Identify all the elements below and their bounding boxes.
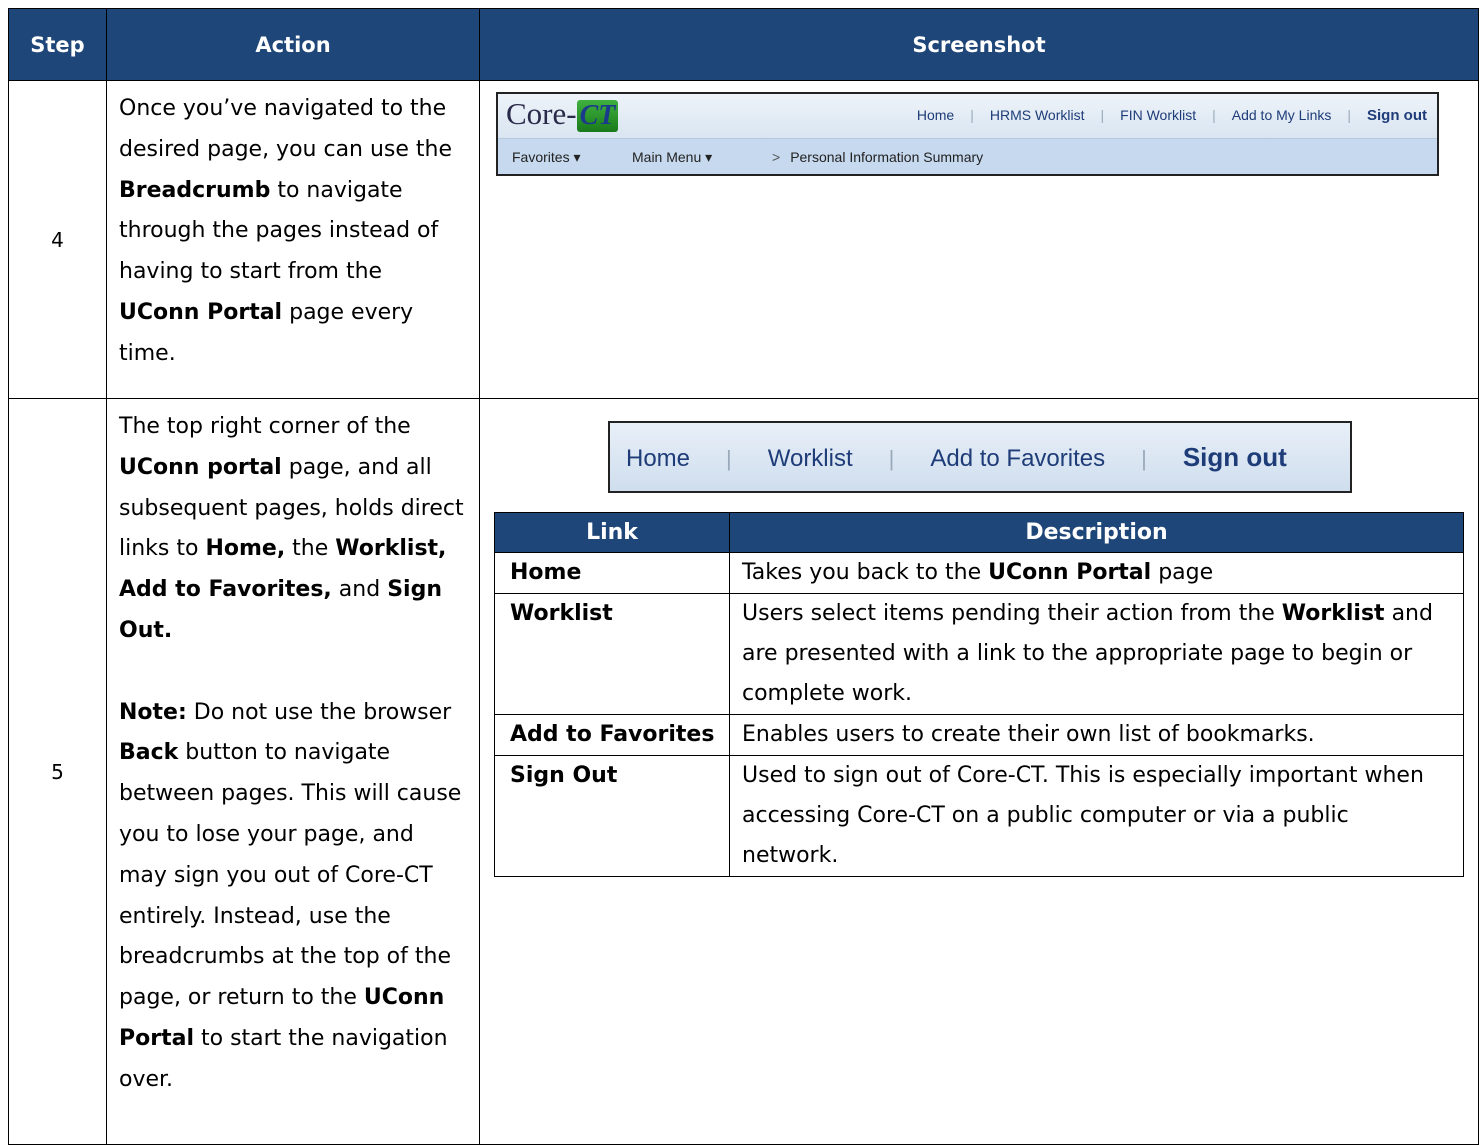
- corect-header-screenshot: Core- CT Home | HRMS Worklist | FIN Worklist |…: [496, 92, 1439, 176]
- header-screenshot: Screenshot: [479, 8, 1479, 81]
- corect-logo: Core- CT: [506, 96, 619, 132]
- chevron-right-icon: >: [772, 149, 781, 165]
- top-links-screenshot: Home | Worklist | Add to Favorites | Sign out: [608, 421, 1352, 493]
- link-add-to-my-links[interactable]: Add to My Links: [1216, 107, 1348, 123]
- link-name: Worklist: [494, 593, 730, 715]
- table-row: Add to Favorites Enables users to create…: [494, 714, 1464, 756]
- link-name: Sign Out: [494, 755, 730, 877]
- action-paragraph: The top right corner of the UConn portal…: [119, 414, 464, 643]
- favorites-menu[interactable]: Favorites ▾: [512, 149, 632, 166]
- corect-top-bar: Core- CT Home | HRMS Worklist | FIN Worklist |…: [498, 94, 1437, 138]
- step-row-5: 5 The top right corner of the UConn port…: [8, 398, 1479, 1145]
- corect-nav-bar: Favorites ▾ Main Menu ▾ > Personal Informat…: [498, 138, 1437, 174]
- link-home[interactable]: Home: [901, 107, 970, 123]
- step-number: 4: [8, 80, 107, 399]
- link-name: Add to Favorites: [494, 714, 730, 756]
- link-name: Home: [494, 552, 730, 594]
- table-row: Home Takes you back to the UConn Portal …: [494, 552, 1464, 594]
- action-text: Once you’ve navigated to the desired pag…: [119, 96, 453, 162]
- step-screenshot: Home | Worklist | Add to Favorites | Sign out …: [479, 398, 1479, 1145]
- separator: |: [726, 446, 732, 471]
- separator: |: [1141, 446, 1147, 471]
- action-paragraph: Once you’ve navigated to the desired pag…: [119, 89, 467, 375]
- top-links: Home | Worklist | Add to Favorites | Sign out: [626, 442, 1287, 473]
- inner-header-row: Link Description: [494, 512, 1464, 553]
- step-action-text: Once you’ve navigated to the desired pag…: [106, 80, 480, 399]
- action-bold: UConn Portal: [119, 299, 283, 325]
- header-link: Link: [494, 512, 730, 553]
- link-description: Used to sign out of Core-CT. This is esp…: [729, 755, 1464, 877]
- link-fin-worklist[interactable]: FIN Worklist: [1104, 107, 1212, 123]
- table-row: Worklist Users select items pending thei…: [494, 593, 1464, 715]
- link-description: Users select items pending their action …: [729, 593, 1464, 715]
- corect-top-links: Home | HRMS Worklist | FIN Worklist | Add to M…: [901, 107, 1427, 124]
- header-description: Description: [729, 512, 1464, 553]
- link-sign-out[interactable]: Sign out: [1147, 442, 1287, 472]
- breadcrumb-current-page[interactable]: Personal Information Summary: [790, 149, 983, 165]
- note-paragraph: Note: Do not use the browser Back button…: [119, 699, 462, 1092]
- link-worklist[interactable]: Worklist: [732, 445, 889, 472]
- header-row: Step Action Screenshot: [8, 8, 1479, 81]
- step-row-4: 4 Once you’ve navigated to the desired p…: [8, 80, 1479, 399]
- header-action: Action: [106, 8, 480, 81]
- link-add-to-favorites[interactable]: Add to Favorites: [894, 445, 1141, 472]
- breadcrumb: Favorites ▾ Main Menu ▾ > Personal Informat…: [512, 149, 983, 166]
- step-action-text: The top right corner of the UConn portal…: [106, 398, 480, 1145]
- procedure-table: Step Action Screenshot 4 Once you’ve nav…: [8, 8, 1479, 1145]
- table-row: Sign Out Used to sign out of Core-CT. Th…: [494, 755, 1464, 877]
- header-step: Step: [8, 8, 107, 81]
- link-description: Enables users to create their own list o…: [729, 714, 1464, 756]
- action-bold: Breadcrumb: [119, 177, 271, 203]
- link-home[interactable]: Home: [626, 445, 726, 472]
- link-description-table: Link Description Home Takes you back to …: [494, 512, 1464, 877]
- link-hrms-worklist[interactable]: HRMS Worklist: [974, 107, 1101, 123]
- link-sign-out[interactable]: Sign out: [1351, 107, 1427, 124]
- step-number: 5: [8, 398, 107, 1145]
- link-description: Takes you back to the UConn Portal page: [729, 552, 1464, 594]
- step-screenshot: Core- CT Home | HRMS Worklist | FIN Worklist |…: [479, 80, 1479, 399]
- main-menu[interactable]: Main Menu ▾: [632, 149, 772, 166]
